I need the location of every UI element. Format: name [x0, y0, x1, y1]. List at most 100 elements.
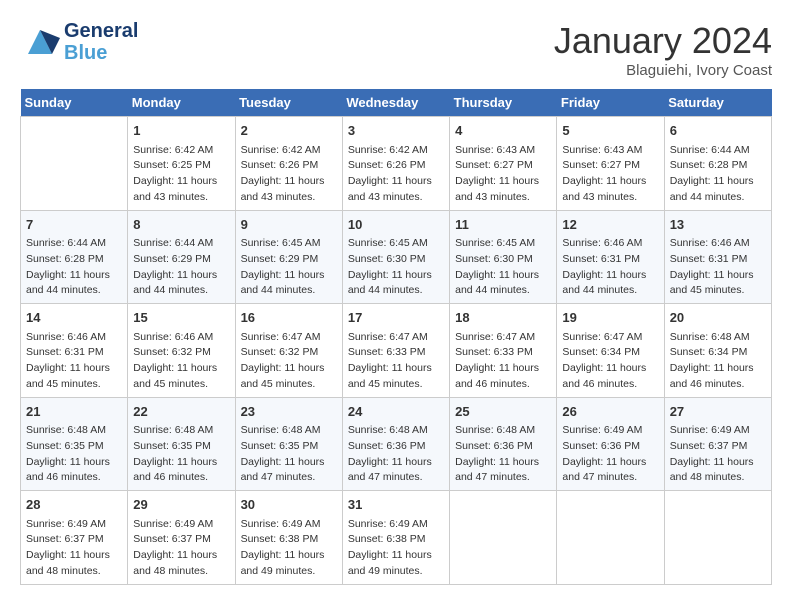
- sunrise-text: Sunrise: 6:47 AM: [241, 331, 321, 343]
- col-wednesday: Wednesday: [342, 89, 449, 117]
- table-row: 1 Sunrise: 6:42 AM Sunset: 6:25 PM Dayli…: [128, 117, 235, 211]
- day-number: 29: [133, 495, 229, 515]
- table-row: 31 Sunrise: 6:49 AM Sunset: 6:38 PM Dayl…: [342, 491, 449, 585]
- sunrise-text: Sunrise: 6:44 AM: [133, 237, 213, 249]
- page-header: General Blue January 2024 Blaguiehi, Ivo…: [20, 20, 772, 79]
- table-row: 21 Sunrise: 6:48 AM Sunset: 6:35 PM Dayl…: [21, 397, 128, 491]
- table-row: 28 Sunrise: 6:49 AM Sunset: 6:37 PM Dayl…: [21, 491, 128, 585]
- day-number: 11: [455, 215, 551, 235]
- sunrise-text: Sunrise: 6:49 AM: [348, 518, 428, 530]
- daylight-text: Daylight: 11 hours and 45 minutes.: [670, 269, 754, 297]
- sunset-text: Sunset: 6:36 PM: [455, 440, 533, 452]
- col-friday: Friday: [557, 89, 664, 117]
- table-row: 3 Sunrise: 6:42 AM Sunset: 6:26 PM Dayli…: [342, 117, 449, 211]
- day-number: 6: [670, 121, 766, 141]
- daylight-text: Daylight: 11 hours and 44 minutes.: [133, 269, 217, 297]
- day-number: 20: [670, 308, 766, 328]
- sunset-text: Sunset: 6:37 PM: [133, 533, 211, 545]
- table-row: 11 Sunrise: 6:45 AM Sunset: 6:30 PM Dayl…: [450, 210, 557, 304]
- daylight-text: Daylight: 11 hours and 44 minutes.: [670, 175, 754, 203]
- calendar-week-row: 28 Sunrise: 6:49 AM Sunset: 6:37 PM Dayl…: [21, 491, 772, 585]
- logo: General Blue: [20, 20, 138, 64]
- sunrise-text: Sunrise: 6:45 AM: [241, 237, 321, 249]
- daylight-text: Daylight: 11 hours and 49 minutes.: [241, 549, 325, 577]
- daylight-text: Daylight: 11 hours and 46 minutes.: [455, 362, 539, 390]
- sunset-text: Sunset: 6:31 PM: [562, 253, 640, 265]
- table-row: 30 Sunrise: 6:49 AM Sunset: 6:38 PM Dayl…: [235, 491, 342, 585]
- sunrise-text: Sunrise: 6:49 AM: [562, 424, 642, 436]
- sunrise-text: Sunrise: 6:48 AM: [348, 424, 428, 436]
- logo-text-line2: Blue: [64, 42, 138, 64]
- daylight-text: Daylight: 11 hours and 46 minutes.: [562, 362, 646, 390]
- sunset-text: Sunset: 6:26 PM: [241, 159, 319, 171]
- table-row: 22 Sunrise: 6:48 AM Sunset: 6:35 PM Dayl…: [128, 397, 235, 491]
- day-number: 18: [455, 308, 551, 328]
- sunrise-text: Sunrise: 6:44 AM: [670, 144, 750, 156]
- col-saturday: Saturday: [664, 89, 771, 117]
- day-number: 31: [348, 495, 444, 515]
- sunrise-text: Sunrise: 6:48 AM: [133, 424, 213, 436]
- calendar-week-row: 7 Sunrise: 6:44 AM Sunset: 6:28 PM Dayli…: [21, 210, 772, 304]
- sunset-text: Sunset: 6:27 PM: [562, 159, 640, 171]
- col-thursday: Thursday: [450, 89, 557, 117]
- day-number: 25: [455, 402, 551, 422]
- day-number: 26: [562, 402, 658, 422]
- calendar-week-row: 14 Sunrise: 6:46 AM Sunset: 6:31 PM Dayl…: [21, 304, 772, 398]
- daylight-text: Daylight: 11 hours and 43 minutes.: [133, 175, 217, 203]
- sunset-text: Sunset: 6:34 PM: [670, 346, 748, 358]
- daylight-text: Daylight: 11 hours and 48 minutes.: [133, 549, 217, 577]
- sunrise-text: Sunrise: 6:47 AM: [562, 331, 642, 343]
- table-row: 27 Sunrise: 6:49 AM Sunset: 6:37 PM Dayl…: [664, 397, 771, 491]
- sunset-text: Sunset: 6:36 PM: [562, 440, 640, 452]
- day-number: 30: [241, 495, 337, 515]
- table-row: [557, 491, 664, 585]
- sunset-text: Sunset: 6:26 PM: [348, 159, 426, 171]
- daylight-text: Daylight: 11 hours and 46 minutes.: [26, 456, 110, 484]
- day-number: 19: [562, 308, 658, 328]
- sunrise-text: Sunrise: 6:49 AM: [26, 518, 106, 530]
- table-row: 4 Sunrise: 6:43 AM Sunset: 6:27 PM Dayli…: [450, 117, 557, 211]
- sunrise-text: Sunrise: 6:46 AM: [670, 237, 750, 249]
- daylight-text: Daylight: 11 hours and 43 minutes.: [455, 175, 539, 203]
- table-row: 24 Sunrise: 6:48 AM Sunset: 6:36 PM Dayl…: [342, 397, 449, 491]
- daylight-text: Daylight: 11 hours and 47 minutes.: [455, 456, 539, 484]
- table-row: 10 Sunrise: 6:45 AM Sunset: 6:30 PM Dayl…: [342, 210, 449, 304]
- calendar-table: Sunday Monday Tuesday Wednesday Thursday…: [20, 89, 772, 585]
- sunrise-text: Sunrise: 6:46 AM: [133, 331, 213, 343]
- sunrise-text: Sunrise: 6:46 AM: [26, 331, 106, 343]
- daylight-text: Daylight: 11 hours and 43 minutes.: [562, 175, 646, 203]
- sunrise-text: Sunrise: 6:43 AM: [455, 144, 535, 156]
- sunrise-text: Sunrise: 6:45 AM: [348, 237, 428, 249]
- location-subtitle: Blaguiehi, Ivory Coast: [554, 62, 772, 79]
- sunset-text: Sunset: 6:30 PM: [455, 253, 533, 265]
- daylight-text: Daylight: 11 hours and 47 minutes.: [562, 456, 646, 484]
- day-number: 9: [241, 215, 337, 235]
- daylight-text: Daylight: 11 hours and 44 minutes.: [562, 269, 646, 297]
- sunset-text: Sunset: 6:35 PM: [26, 440, 104, 452]
- daylight-text: Daylight: 11 hours and 46 minutes.: [670, 362, 754, 390]
- sunset-text: Sunset: 6:33 PM: [348, 346, 426, 358]
- daylight-text: Daylight: 11 hours and 49 minutes.: [348, 549, 432, 577]
- sunset-text: Sunset: 6:36 PM: [348, 440, 426, 452]
- day-number: 15: [133, 308, 229, 328]
- table-row: 16 Sunrise: 6:47 AM Sunset: 6:32 PM Dayl…: [235, 304, 342, 398]
- sunrise-text: Sunrise: 6:48 AM: [241, 424, 321, 436]
- daylight-text: Daylight: 11 hours and 45 minutes.: [26, 362, 110, 390]
- day-number: 17: [348, 308, 444, 328]
- table-row: 19 Sunrise: 6:47 AM Sunset: 6:34 PM Dayl…: [557, 304, 664, 398]
- sunrise-text: Sunrise: 6:48 AM: [455, 424, 535, 436]
- sunrise-text: Sunrise: 6:49 AM: [241, 518, 321, 530]
- sunrise-text: Sunrise: 6:47 AM: [348, 331, 428, 343]
- table-row: 29 Sunrise: 6:49 AM Sunset: 6:37 PM Dayl…: [128, 491, 235, 585]
- sunrise-text: Sunrise: 6:47 AM: [455, 331, 535, 343]
- table-row: 26 Sunrise: 6:49 AM Sunset: 6:36 PM Dayl…: [557, 397, 664, 491]
- sunrise-text: Sunrise: 6:48 AM: [670, 331, 750, 343]
- sunset-text: Sunset: 6:31 PM: [670, 253, 748, 265]
- month-title: January 2024: [554, 20, 772, 62]
- daylight-text: Daylight: 11 hours and 48 minutes.: [670, 456, 754, 484]
- table-row: 18 Sunrise: 6:47 AM Sunset: 6:33 PM Dayl…: [450, 304, 557, 398]
- sunset-text: Sunset: 6:38 PM: [241, 533, 319, 545]
- sunrise-text: Sunrise: 6:45 AM: [455, 237, 535, 249]
- sunset-text: Sunset: 6:32 PM: [241, 346, 319, 358]
- day-number: 16: [241, 308, 337, 328]
